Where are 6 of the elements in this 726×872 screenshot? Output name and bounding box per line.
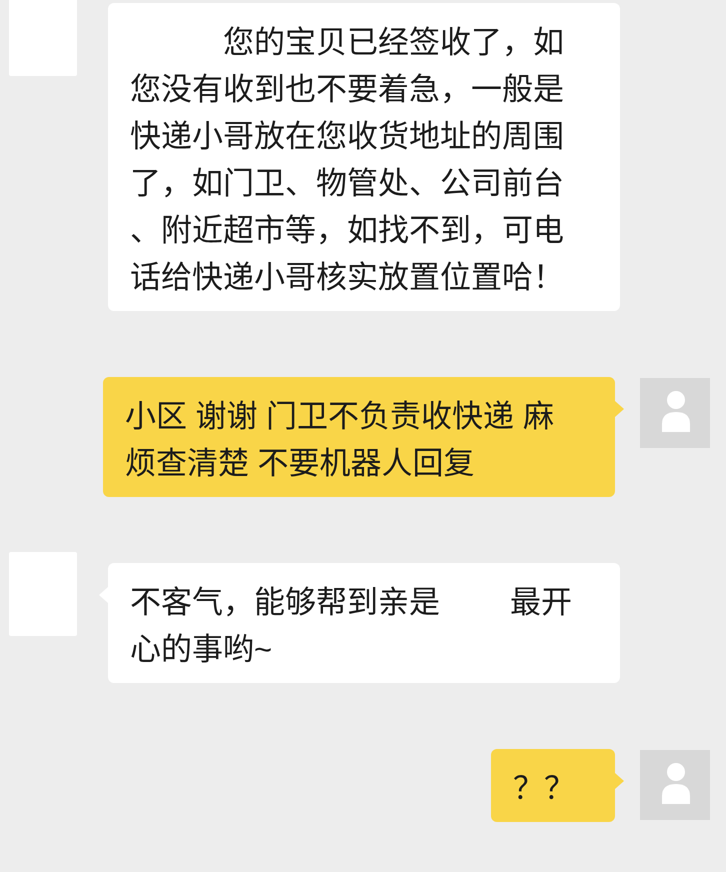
message-text: 不客气，能够帮到亲是 最开心的事哟~ xyxy=(130,584,573,669)
avatar-icon xyxy=(640,750,710,820)
avatar-icon xyxy=(640,378,710,448)
message-text: ？？ xyxy=(513,770,575,808)
message-text: 小区 谢谢 门卫不负责收快递 麻烦查清楚 不要机器人回复 xyxy=(125,398,555,483)
message-text: 您的宝贝已经签收了，如您没有收到也不要着急，一般是快递小哥放在您收货地址的周围了，如门卫、物管处、公司前台、附近超市等，如找不到，可电话给快递小哥核实放置位置哈！ xyxy=(130,24,565,297)
